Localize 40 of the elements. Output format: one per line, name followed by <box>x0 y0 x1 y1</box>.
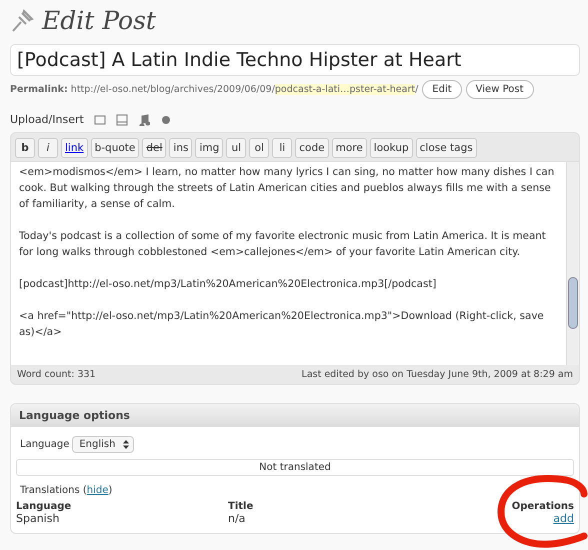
toolbar-button[interactable]: img <box>195 138 224 158</box>
toolbar-button[interactable]: ins <box>169 138 192 158</box>
pushpin-icon <box>10 7 36 33</box>
toolbar-button[interactable]: link <box>61 138 88 158</box>
scrollbar[interactable] <box>566 162 579 365</box>
toolbar-button[interactable]: del <box>142 138 166 158</box>
toolbar-button[interactable]: li <box>272 138 292 158</box>
upload-insert-label: Upload/Insert <box>10 113 84 126</box>
add-link[interactable]: add <box>553 512 574 525</box>
toolbar-button[interactable]: ol <box>249 138 270 158</box>
word-count: Word count: 331 <box>17 369 96 380</box>
toolbar-button[interactable]: lookup <box>370 138 413 158</box>
translation-status: Not translated <box>16 459 574 476</box>
language-select[interactable]: English <box>72 436 134 453</box>
language-label: Language <box>20 439 70 450</box>
column-header: Language <box>16 501 72 513</box>
music-icon[interactable] <box>138 114 150 126</box>
title-field[interactable]: [Podcast] A Latin Indie Techno Hipster at Heart <box>10 44 580 76</box>
updown-arrows-icon <box>123 440 130 449</box>
toolbar-button[interactable]: close tags <box>416 138 477 158</box>
table-cell-text: n/a <box>228 513 246 525</box>
toolbar-button[interactable]: code <box>295 138 329 158</box>
last-edited-text: Last edited by oso on Tuesday June 9th, 2009 at 8:29 am <box>302 369 573 380</box>
image-icon[interactable] <box>94 114 106 126</box>
column-header: Operations <box>512 501 574 513</box>
column-header: Title <box>228 501 254 513</box>
toolbar-button[interactable]: ul <box>226 138 246 158</box>
toolbar-button[interactable]: b-quote <box>90 138 140 158</box>
toolbar-button[interactable]: b <box>15 138 35 158</box>
permalink-text: Permalink: http://el-oso.net/blog/archives/2009/06/09/podcast-a-lati…pster-at-heart/ <box>10 84 418 95</box>
view-post-button[interactable]: View Post <box>466 80 534 99</box>
table-cell-text: Spanish <box>16 513 60 525</box>
translations-text: Translations (hide) <box>20 485 112 496</box>
toolbar-button[interactable]: i <box>38 138 58 158</box>
film-icon[interactable] <box>116 114 128 126</box>
toolbar-button[interactable]: more <box>332 138 367 158</box>
hide-link[interactable]: hide <box>86 485 108 496</box>
page-heading: Edit Post <box>42 6 156 34</box>
panel-title: Language options <box>11 404 579 427</box>
edit-button[interactable]: Edit <box>422 80 462 99</box>
